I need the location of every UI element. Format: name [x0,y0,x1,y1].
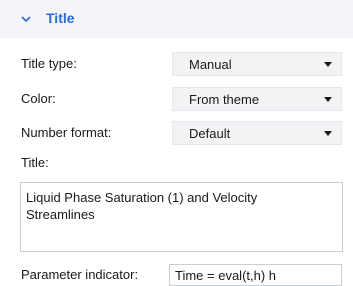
caret-down-icon [324,97,332,102]
parameter-indicator-input[interactable]: Time = eval(t,h) h [169,264,342,286]
section-header-title[interactable]: Title [0,0,353,38]
title-type-label: Title type: [21,56,77,71]
parameter-indicator-label: Parameter indicator: [21,267,139,282]
number-format-dropdown[interactable]: Default [172,121,342,145]
title-type-value: Manual [189,57,232,72]
color-value: From theme [189,92,260,107]
section-title: Title [46,10,75,26]
number-format-value: Default [189,126,231,141]
color-label: Color: [21,91,56,106]
caret-down-icon [324,62,332,67]
caret-down-icon [324,131,332,136]
color-dropdown[interactable]: From theme [172,87,342,111]
title-textarea[interactable]: Liquid Phase Saturation (1) and Velocity… [20,182,343,252]
title-type-dropdown[interactable]: Manual [172,52,342,76]
chevron-down-icon [21,16,31,23]
number-format-label: Number format: [21,125,112,140]
title-label: Title: [21,155,49,170]
